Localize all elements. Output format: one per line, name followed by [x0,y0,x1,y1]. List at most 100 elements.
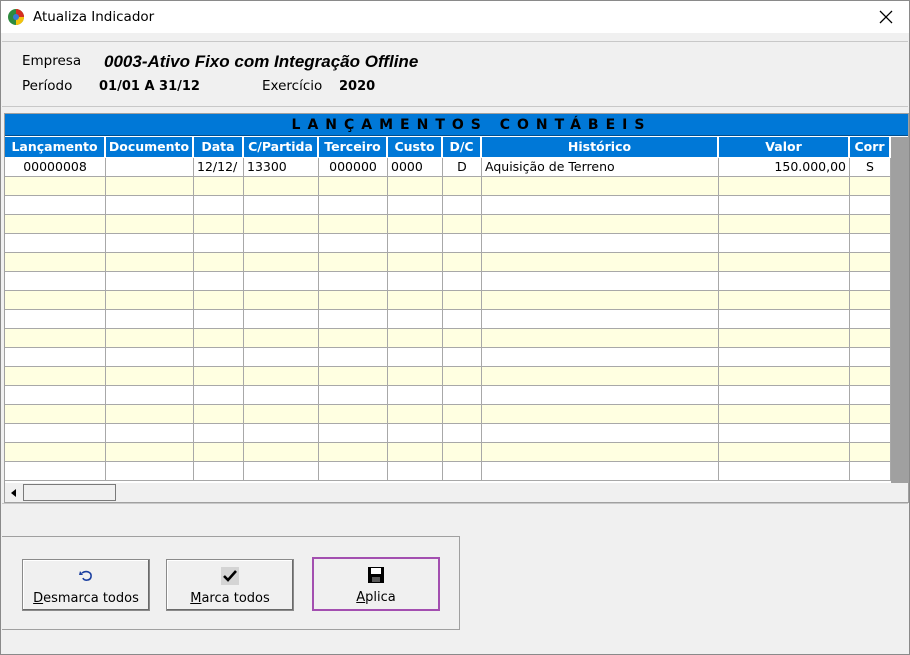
cell-lancamento[interactable] [5,329,106,348]
cell-terceiro[interactable] [319,367,388,386]
cell-data[interactable] [194,367,244,386]
cell-documento[interactable] [106,234,194,253]
table-row[interactable] [5,367,891,386]
column-header-historico[interactable]: Histórico [482,137,719,157]
cell-custo[interactable] [388,424,443,443]
lancamentos-grid[interactable]: LANÇAMENTOS CONTÁBEIS Lançamento Document… [4,113,909,503]
horizontal-scroll-thumb[interactable] [23,484,116,501]
cell-terceiro[interactable] [319,443,388,462]
cell-data[interactable] [194,329,244,348]
cell-historico[interactable] [482,253,719,272]
cell-c-partida[interactable] [244,462,319,481]
cell-corr[interactable] [850,386,891,405]
cell-corr[interactable] [850,405,891,424]
column-header-corr[interactable]: Corr [850,137,891,157]
scroll-left-arrow-icon[interactable] [7,487,21,499]
cell-lancamento[interactable] [5,253,106,272]
cell-c-partida[interactable] [244,215,319,234]
table-row[interactable]: 00000008 12/12/13300 000000 0000 D Aquisição … [5,158,891,177]
table-row[interactable] [5,253,891,272]
cell-terceiro[interactable] [319,329,388,348]
cell-lancamento[interactable] [5,405,106,424]
table-row[interactable] [5,348,891,367]
cell-corr[interactable] [850,196,891,215]
cell-corr[interactable] [850,310,891,329]
aplica-button[interactable]: Aplica [312,557,440,611]
column-header-dc[interactable]: D/C [443,137,482,157]
cell-c-partida[interactable] [244,196,319,215]
table-row[interactable] [5,443,891,462]
cell-custo[interactable] [388,234,443,253]
cell-c-partida[interactable] [244,291,319,310]
cell-data[interactable] [194,177,244,196]
cell-lancamento[interactable] [5,310,106,329]
cell-c-partida[interactable] [244,443,319,462]
cell-historico[interactable] [482,272,719,291]
cell-data[interactable] [194,215,244,234]
cell-custo[interactable] [388,291,443,310]
cell-custo[interactable] [388,405,443,424]
cell-historico[interactable] [482,462,719,481]
cell-data[interactable] [194,424,244,443]
column-header-custo[interactable]: Custo [388,137,443,157]
cell-custo[interactable] [388,310,443,329]
cell-data[interactable] [194,386,244,405]
cell-dc[interactable] [443,367,482,386]
cell-dc[interactable] [443,424,482,443]
cell-lancamento[interactable] [5,272,106,291]
cell-dc[interactable] [443,462,482,481]
cell-dc[interactable] [443,196,482,215]
cell-valor[interactable] [719,462,850,481]
cell-valor[interactable] [719,367,850,386]
cell-c-partida[interactable]: 13300 [244,158,319,177]
table-row[interactable] [5,310,891,329]
table-row[interactable] [5,196,891,215]
cell-data[interactable] [194,291,244,310]
cell-terceiro[interactable] [319,386,388,405]
cell-dc[interactable] [443,253,482,272]
cell-valor[interactable] [719,386,850,405]
horizontal-scrollbar[interactable] [5,483,891,502]
cell-terceiro[interactable] [319,253,388,272]
cell-c-partida[interactable] [244,272,319,291]
table-row[interactable] [5,272,891,291]
vertical-scrollbar[interactable] [891,137,908,483]
cell-dc[interactable] [443,291,482,310]
cell-valor[interactable] [719,424,850,443]
desmarca-todos-button[interactable]: Desmarca todos [22,559,150,611]
cell-custo[interactable] [388,329,443,348]
cell-historico[interactable] [482,386,719,405]
cell-lancamento[interactable] [5,291,106,310]
cell-documento[interactable] [106,253,194,272]
cell-terceiro[interactable] [319,310,388,329]
cell-corr[interactable] [850,329,891,348]
cell-documento[interactable] [106,291,194,310]
cell-c-partida[interactable] [244,424,319,443]
cell-terceiro[interactable] [319,291,388,310]
table-row[interactable] [5,405,891,424]
cell-c-partida[interactable] [244,405,319,424]
cell-documento[interactable] [106,272,194,291]
cell-valor[interactable] [719,253,850,272]
cell-historico[interactable] [482,215,719,234]
cell-data[interactable] [194,310,244,329]
cell-historico[interactable] [482,291,719,310]
cell-c-partida[interactable] [244,234,319,253]
cell-corr[interactable] [850,424,891,443]
cell-valor[interactable] [719,443,850,462]
close-button[interactable] [863,1,909,33]
cell-historico[interactable] [482,443,719,462]
cell-lancamento[interactable] [5,367,106,386]
cell-terceiro[interactable] [319,462,388,481]
cell-custo[interactable] [388,215,443,234]
cell-custo[interactable] [388,462,443,481]
cell-dc[interactable] [443,272,482,291]
table-row[interactable] [5,215,891,234]
column-header-terceiro[interactable]: Terceiro [319,137,388,157]
marca-todos-button[interactable]: Marca todos [166,559,294,611]
cell-custo[interactable] [388,253,443,272]
cell-dc[interactable] [443,405,482,424]
cell-valor[interactable] [719,177,850,196]
grid-rows[interactable]: 00000008 12/12/13300 000000 0000 D Aquisição … [5,158,891,484]
cell-lancamento[interactable] [5,462,106,481]
